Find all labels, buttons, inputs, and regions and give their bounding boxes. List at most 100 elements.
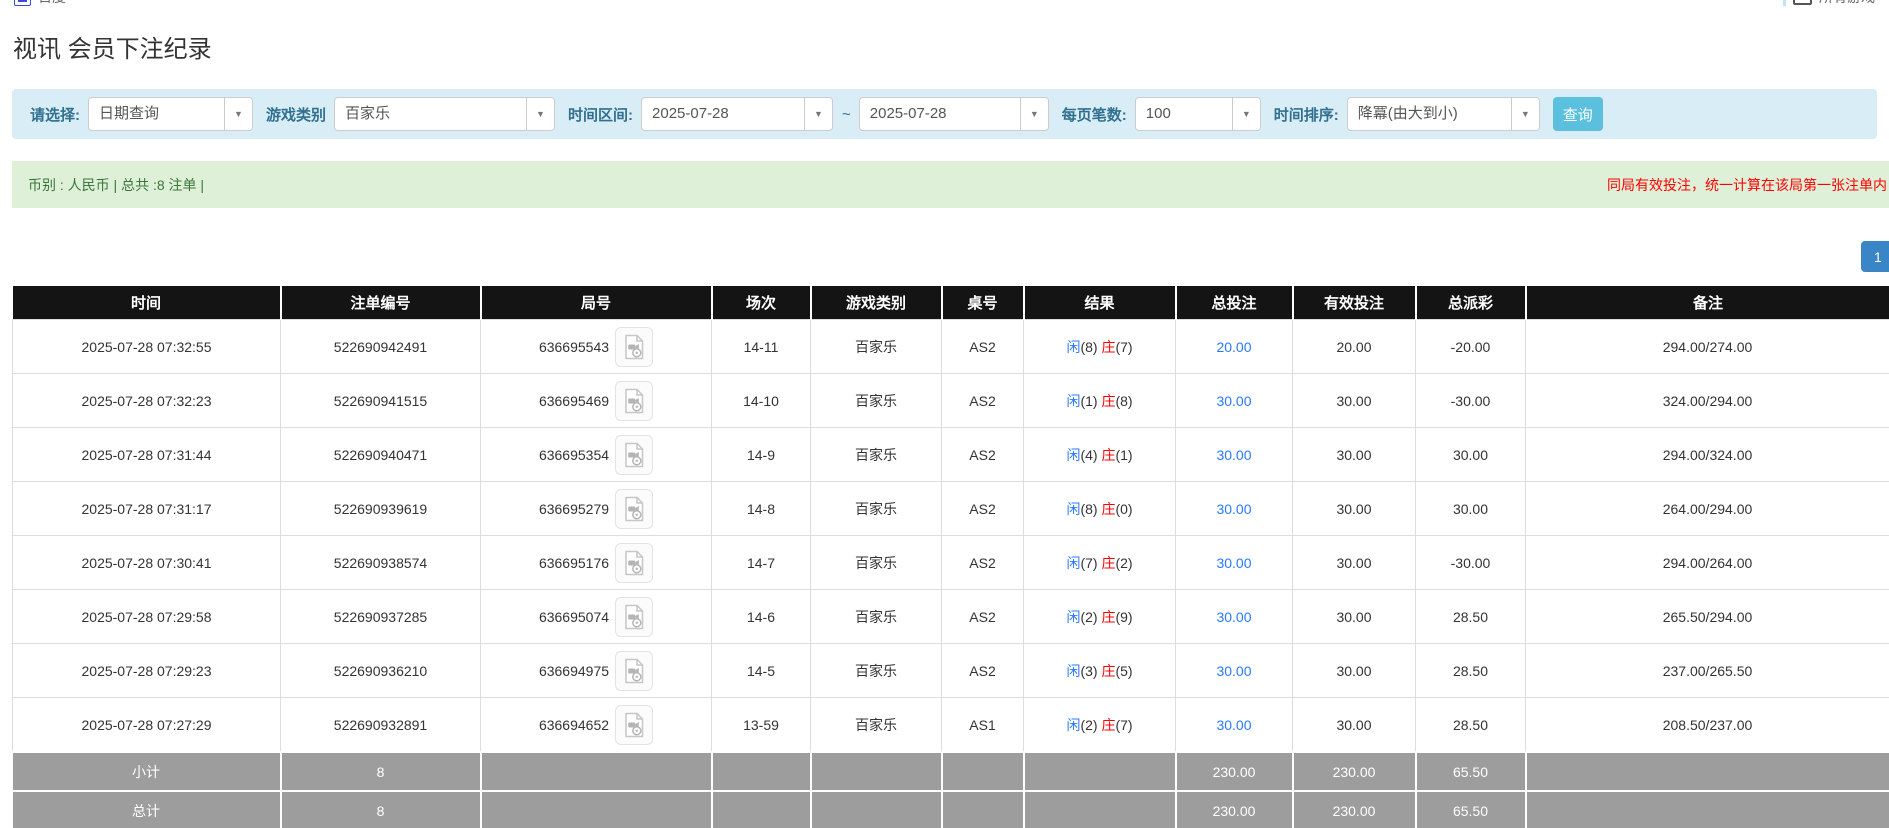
page: 百度 ▼ 所有游戏 视讯 会员下注纪录 请选择: 日期查询 ▼ 游戏类别 百家乐… <box>0 0 1889 828</box>
cell-time: 2025-07-28 07:30:41 <box>13 536 281 590</box>
cell-result: 闲(2) 庄(9) <box>1024 590 1176 644</box>
summary-count: 8 <box>281 791 481 828</box>
summary-count: 8 <box>281 752 481 791</box>
cell-total-bet[interactable]: 30.00 <box>1176 428 1293 482</box>
summary-empty-cell <box>811 752 942 791</box>
video-file-icon <box>622 442 646 468</box>
video-replay-button[interactable] <box>615 381 653 421</box>
cell-total-bet[interactable]: 30.00 <box>1176 644 1293 698</box>
table-row: 2025-07-28 07:31:17522690939619636695279… <box>13 482 1889 536</box>
cell-table-code: AS2 <box>942 428 1024 482</box>
game-type-label: 游戏类别 <box>266 104 326 125</box>
cell-total-bet[interactable]: 30.00 <box>1176 482 1293 536</box>
summary-bar: 币别 : 人民币 | 总共 :8 注单 | 同局有效投注，统一计算在该局第一张注… <box>12 161 1889 208</box>
currency-total-text: 币别 : 人民币 | 总共 :8 注单 | <box>28 175 204 195</box>
table-header-cell: 局号 <box>481 286 712 320</box>
date-from-select[interactable]: 2025-07-28 ▼ <box>641 97 833 131</box>
total-bet-link[interactable]: 30.00 <box>1216 555 1251 571</box>
cell-table-code: AS2 <box>942 644 1024 698</box>
query-type-select[interactable]: 日期查询 ▼ <box>88 97 253 131</box>
cell-round-id: 636695176 <box>481 536 712 590</box>
sort-order-label: 时间排序: <box>1274 104 1339 125</box>
cell-remark: 264.00/294.00 <box>1526 482 1889 536</box>
app-menu[interactable]: 百度 ▼ <box>14 0 82 7</box>
round-number: 636695543 <box>539 339 609 355</box>
cell-bet-id: 522690941515 <box>281 374 481 428</box>
cell-total-bet[interactable]: 20.00 <box>1176 320 1293 374</box>
cell-total-bet[interactable]: 30.00 <box>1176 374 1293 428</box>
cell-game-type: 百家乐 <box>811 482 942 536</box>
chevron-down-icon: ▼ <box>73 0 82 2</box>
cell-valid-bet: 30.00 <box>1293 590 1416 644</box>
all-games-menu[interactable]: 所有游戏 <box>1783 0 1875 7</box>
total-bet-link[interactable]: 30.00 <box>1216 717 1251 733</box>
total-bet-link[interactable]: 30.00 <box>1216 447 1251 463</box>
cell-valid-bet: 20.00 <box>1293 320 1416 374</box>
video-replay-button[interactable] <box>615 597 653 637</box>
chevron-down-icon[interactable]: ▼ <box>804 98 832 130</box>
cell-session: 14-9 <box>712 428 811 482</box>
banker-label: 庄 <box>1101 393 1115 409</box>
video-file-icon <box>622 604 646 630</box>
chevron-down-icon[interactable]: ▼ <box>526 98 554 130</box>
summary-empty-cell <box>942 752 1024 791</box>
player-label: 闲 <box>1066 339 1080 355</box>
date-to-select[interactable]: 2025-07-28 ▼ <box>859 97 1049 131</box>
cell-valid-bet: 30.00 <box>1293 374 1416 428</box>
table-row: 2025-07-28 07:32:55522690942491636695543… <box>13 320 1889 374</box>
video-replay-button[interactable] <box>615 705 653 745</box>
cell-bet-id: 522690932891 <box>281 698 481 753</box>
total-bet-link[interactable]: 20.00 <box>1216 339 1251 355</box>
cell-remark: 237.00/265.50 <box>1526 644 1889 698</box>
video-replay-button[interactable] <box>615 327 653 367</box>
video-file-icon <box>622 334 646 360</box>
range-tilde: ~ <box>842 106 851 123</box>
total-bet-link[interactable]: 30.00 <box>1216 501 1251 517</box>
chevron-down-icon[interactable]: ▼ <box>224 98 252 130</box>
video-replay-button[interactable] <box>615 435 653 475</box>
summary-total-bet: 230.00 <box>1176 791 1293 828</box>
cell-total-bet[interactable]: 30.00 <box>1176 536 1293 590</box>
cell-total-bet[interactable]: 30.00 <box>1176 698 1293 753</box>
table-header-row: 时间注单编号局号场次游戏类别桌号结果总投注有效投注总派彩备注 <box>13 286 1889 320</box>
chevron-down-icon[interactable]: ▼ <box>1232 98 1260 130</box>
round-number: 636694652 <box>539 717 609 733</box>
summary-empty-cell <box>712 752 811 791</box>
cell-table-code: AS1 <box>942 698 1024 753</box>
cell-payout: -30.00 <box>1416 374 1526 428</box>
chevron-down-icon[interactable]: ▼ <box>1511 98 1539 130</box>
total-bet-link[interactable]: 30.00 <box>1216 393 1251 409</box>
table-header-cell: 总派彩 <box>1416 286 1526 320</box>
table-header-cell: 场次 <box>712 286 811 320</box>
cell-total-bet[interactable]: 30.00 <box>1176 590 1293 644</box>
app-logo-icon <box>14 0 31 6</box>
chevron-down-icon[interactable]: ▼ <box>1020 98 1048 130</box>
page-1-button[interactable]: 1 <box>1861 241 1889 272</box>
game-type-select[interactable]: 百家乐 ▼ <box>334 97 555 131</box>
sort-order-select[interactable]: 降冪(由大到小) ▼ <box>1347 97 1540 131</box>
table-header-cell: 桌号 <box>942 286 1024 320</box>
table-header-cell: 注单编号 <box>281 286 481 320</box>
total-bet-link[interactable]: 30.00 <box>1216 663 1251 679</box>
table-body: 2025-07-28 07:32:55522690942491636695543… <box>13 320 1889 828</box>
video-replay-button[interactable] <box>615 543 653 583</box>
table-header-cell: 时间 <box>13 286 281 320</box>
all-games-label: 所有游戏 <box>1819 0 1875 7</box>
video-replay-button[interactable] <box>615 651 653 691</box>
cell-result: 闲(3) 庄(5) <box>1024 644 1176 698</box>
cell-remark: 208.50/237.00 <box>1526 698 1889 753</box>
total-bet-link[interactable]: 30.00 <box>1216 609 1251 625</box>
cell-round-id: 636695469 <box>481 374 712 428</box>
cell-game-type: 百家乐 <box>811 374 942 428</box>
round-number: 636695176 <box>539 555 609 571</box>
round-number: 636695469 <box>539 393 609 409</box>
page-title: 视讯 会员下注纪录 <box>13 29 1889 64</box>
cell-table-code: AS2 <box>942 320 1024 374</box>
cell-remark: 294.00/274.00 <box>1526 320 1889 374</box>
video-replay-button[interactable] <box>615 489 653 529</box>
table-row: 2025-07-28 07:27:29522690932891636694652… <box>13 698 1889 753</box>
search-button[interactable]: 查询 <box>1553 97 1603 131</box>
page-size-select[interactable]: 100 ▼ <box>1135 97 1261 131</box>
cell-session: 14-10 <box>712 374 811 428</box>
summary-label: 小计 <box>13 752 281 791</box>
